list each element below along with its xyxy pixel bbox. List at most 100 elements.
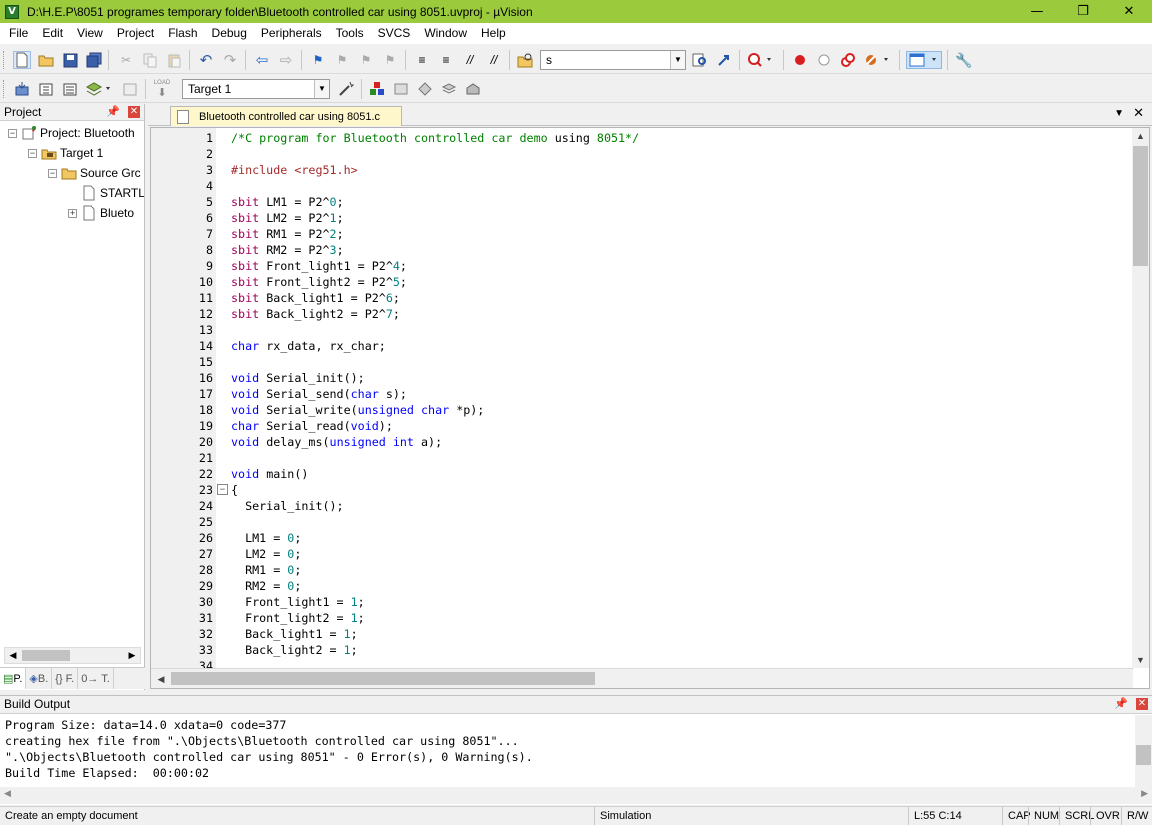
tab-books[interactable]: ◈ B. <box>26 668 53 689</box>
cut-button[interactable]: ✂ <box>117 51 135 69</box>
scrollbar-thumb[interactable] <box>1133 146 1148 266</box>
find-combobox[interactable]: s ▼ <box>540 50 686 70</box>
menu-file[interactable]: File <box>2 23 35 44</box>
menu-window[interactable]: Window <box>417 23 474 44</box>
bookmark-button[interactable]: ⚑ <box>309 51 327 69</box>
tab-bluetooth-source[interactable]: Bluetooth controlled car using 8051.c <box>170 106 402 126</box>
menu-svcs[interactable]: SVCS <box>371 23 418 44</box>
build-output-vertical-scrollbar[interactable] <box>1135 715 1152 787</box>
window-layout-button[interactable] <box>906 51 942 69</box>
tab-templates[interactable]: 0→ T. <box>78 668 114 689</box>
disable-all-breakpoints-button[interactable] <box>839 51 857 69</box>
close-tab-icon[interactable]: ✕ <box>1133 106 1144 121</box>
build-output-horizontal-scrollbar[interactable]: ◀ ▶ <box>0 787 1152 804</box>
close-window-button[interactable]: ✕ <box>1106 0 1152 23</box>
expand-icon[interactable]: + <box>68 208 77 218</box>
batch-build-button[interactable] <box>85 80 115 98</box>
find-in-files-button[interactable] <box>516 51 534 69</box>
menu-peripherals[interactable]: Peripherals <box>254 23 329 44</box>
copy-button[interactable] <box>141 51 159 69</box>
menu-edit[interactable]: Edit <box>35 23 70 44</box>
uncomment-button[interactable]: // <box>485 51 503 69</box>
collapse-icon[interactable]: − <box>48 168 57 178</box>
editor-horizontal-scrollbar[interactable]: ◀ <box>151 668 1133 688</box>
save-all-button[interactable] <box>85 51 103 69</box>
download-button[interactable]: LOAD ⬇ <box>153 80 171 99</box>
pin-icon[interactable]: 📌 <box>1114 696 1128 713</box>
tab-project[interactable]: ▤ P. <box>0 668 27 689</box>
clear-bookmarks-button[interactable]: ⚑ <box>381 51 399 69</box>
translate-button[interactable] <box>13 80 31 98</box>
comment-button[interactable]: // <box>461 51 479 69</box>
tree-node-target[interactable]: − Target 1 <box>28 143 103 163</box>
navigate-back-button[interactable]: ⇦ <box>253 51 271 69</box>
tree-node-source-file[interactable]: + Blueto <box>68 203 134 223</box>
chevron-down-icon[interactable]: ▼ <box>670 51 685 69</box>
paste-button[interactable] <box>165 51 183 69</box>
scroll-right-icon[interactable]: ▶ <box>124 648 140 663</box>
code-text-area[interactable]: /*C program for Bluetooth controlled car… <box>217 130 1131 668</box>
open-file-button[interactable] <box>37 51 55 69</box>
tree-node-project[interactable]: − Project: Bluetooth <box>8 123 135 143</box>
target-select[interactable]: Target 1 ▼ <box>182 79 330 99</box>
project-horizontal-scrollbar[interactable]: ◀ ▶ <box>4 647 141 664</box>
scroll-left-icon[interactable]: ◀ <box>5 648 21 663</box>
tree-node-source-group[interactable]: − Source Grc <box>48 163 141 183</box>
manage-components-button[interactable] <box>416 80 434 98</box>
scroll-up-icon[interactable]: ▲ <box>1132 128 1149 144</box>
collapse-icon[interactable]: − <box>28 148 37 158</box>
incremental-find-button[interactable] <box>715 51 733 69</box>
redo-button[interactable]: ↷ <box>221 51 239 69</box>
code-token: #include <reg51.h> <box>231 163 358 177</box>
configure-button[interactable]: 🔧 <box>955 51 973 69</box>
pin-icon[interactable]: 📌 <box>106 104 120 120</box>
code-token: Back_light1 = <box>231 627 344 641</box>
minimize-button[interactable]: — <box>1014 0 1060 23</box>
enable-breakpoint-button[interactable] <box>815 51 833 69</box>
next-bookmark-button[interactable]: ⚑ <box>357 51 375 69</box>
prev-bookmark-button[interactable]: ⚑ <box>333 51 351 69</box>
menu-debug[interactable]: Debug <box>205 23 254 44</box>
scrollbar-thumb[interactable] <box>22 650 70 661</box>
menu-tools[interactable]: Tools <box>329 23 371 44</box>
menu-flash[interactable]: Flash <box>161 23 204 44</box>
tab-functions[interactable]: {} F. <box>52 668 79 689</box>
navigate-forward-button[interactable]: ⇨ <box>277 51 295 69</box>
menu-project[interactable]: Project <box>110 23 161 44</box>
rebuild-button[interactable] <box>61 80 79 98</box>
project-tree: − Project: Bluetooth − Target 1 − Source… <box>0 121 144 666</box>
build-button[interactable] <box>37 80 55 98</box>
stop-build-button[interactable] <box>121 80 139 98</box>
maximize-button[interactable]: ❐ <box>1060 0 1106 23</box>
software-packs-button[interactable] <box>464 80 482 98</box>
scrollbar-thumb[interactable] <box>171 672 595 685</box>
tab-list-dropdown-icon[interactable]: ▼ <box>1114 108 1124 119</box>
close-panel-button[interactable]: ✕ <box>1136 698 1148 710</box>
scroll-right-icon[interactable]: ▶ <box>1141 788 1148 799</box>
scroll-left-icon[interactable]: ◀ <box>4 788 11 799</box>
editor-vertical-scrollbar[interactable]: ▲ ▼ <box>1132 128 1149 668</box>
indent-button[interactable]: ≡ <box>413 51 431 69</box>
tree-node-startup-file[interactable]: STARTL <box>81 183 144 203</box>
pack-installer-button[interactable] <box>440 80 458 98</box>
manage-project-items-button[interactable] <box>368 80 386 98</box>
insert-breakpoint-button[interactable] <box>791 51 809 69</box>
menu-help[interactable]: Help <box>474 23 513 44</box>
unindent-button[interactable]: ≡ <box>437 51 455 69</box>
find-button[interactable] <box>691 51 709 69</box>
close-panel-button[interactable]: ✕ <box>128 106 140 118</box>
collapse-icon[interactable]: − <box>8 128 17 138</box>
menu-view[interactable]: View <box>70 23 110 44</box>
debug-session-button[interactable] <box>747 51 777 69</box>
chevron-down-icon[interactable]: ▼ <box>314 80 329 98</box>
undo-button[interactable]: ↶ <box>197 51 215 69</box>
kill-breakpoints-button[interactable] <box>863 51 893 69</box>
target-options-button[interactable] <box>337 80 355 98</box>
scroll-down-icon[interactable]: ▼ <box>1132 652 1149 668</box>
select-packs-button[interactable] <box>392 80 410 98</box>
scroll-left-icon[interactable]: ◀ <box>153 671 169 687</box>
save-button[interactable] <box>61 51 79 69</box>
new-file-button[interactable] <box>13 51 31 69</box>
code-editor[interactable]: 1 2 3 4 5 6 7 8 9 10 11 12 13 14 15 16 17 18 19 20 21 22 23−24… <box>150 127 1150 689</box>
scrollbar-thumb[interactable] <box>1136 745 1151 765</box>
